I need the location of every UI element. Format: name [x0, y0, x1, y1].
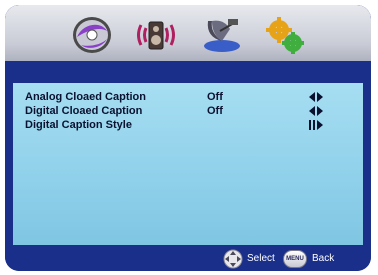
dpad-icon	[223, 249, 243, 269]
disc-icon[interactable]	[71, 15, 113, 55]
caption-settings-panel: Analog Cloaed Caption Off Digital Cloaed…	[13, 83, 363, 245]
speaker-icon[interactable]	[135, 15, 177, 55]
satellite-dish-icon[interactable]	[200, 15, 242, 55]
select-hint-label: Select	[247, 253, 275, 264]
osd-menu: Analog Cloaed Caption Off Digital Cloaed…	[5, 5, 371, 271]
setting-label: Analog Cloaed Caption	[25, 91, 146, 103]
gears-settings-icon[interactable]	[264, 15, 306, 55]
back-hint-label: Back	[312, 253, 335, 264]
setting-label: Digital Caption Style	[25, 119, 132, 131]
setting-label: Digital Cloaed Caption	[25, 105, 143, 117]
enter-arrow-icon[interactable]	[308, 119, 328, 131]
menu-tab-bar	[5, 5, 371, 61]
setting-value: Off	[207, 91, 223, 103]
setting-value: Off	[207, 105, 223, 117]
left-right-arrows-icon[interactable]	[308, 105, 328, 117]
footer-hint-bar: Select MENU Back	[5, 245, 371, 271]
menu-title-strip	[5, 61, 371, 83]
left-right-arrows-icon[interactable]	[308, 91, 328, 103]
menu-button-icon: MENU	[283, 250, 307, 268]
